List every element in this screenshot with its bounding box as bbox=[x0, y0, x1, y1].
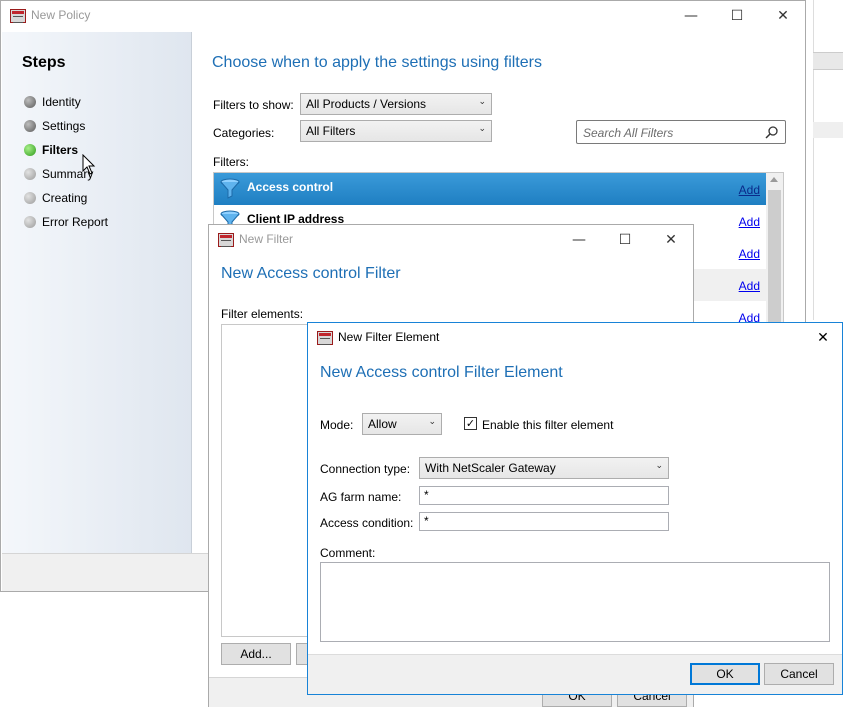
app-icon bbox=[10, 9, 26, 23]
background-bar bbox=[813, 122, 843, 138]
element-button-bar bbox=[308, 654, 842, 694]
element-cancel-button[interactable]: Cancel bbox=[764, 663, 834, 685]
filters-list-label: Filters: bbox=[213, 155, 249, 169]
mode-select[interactable]: Allow ⌄ bbox=[362, 413, 442, 435]
filter-heading: New Access control Filter bbox=[221, 265, 401, 282]
close-icon[interactable]: ✕ bbox=[804, 323, 842, 353]
connection-type-select[interactable]: With NetScaler Gateway ⌄ bbox=[419, 457, 669, 479]
comment-label: Comment: bbox=[320, 546, 376, 560]
step-label: Settings bbox=[42, 119, 86, 133]
categories-value: All Filters bbox=[306, 124, 356, 138]
filter-add-link[interactable]: Add bbox=[739, 215, 760, 229]
filters-to-show-value: All Products / Versions bbox=[306, 97, 427, 111]
step-status-icon bbox=[24, 192, 36, 204]
mode-label: Mode: bbox=[320, 418, 354, 432]
app-icon bbox=[317, 331, 333, 345]
step-label: Creating bbox=[42, 191, 88, 205]
filter-add-link[interactable]: Add bbox=[739, 183, 760, 197]
enable-filter-element-checkbox[interactable]: ✓ bbox=[464, 417, 477, 430]
step-status-icon bbox=[24, 168, 36, 180]
policy-titlebar: New Policy — ☐ ✕ bbox=[1, 1, 805, 31]
steps-sidebar: Steps Identity Settings Filters Summary … bbox=[2, 32, 192, 553]
ag-farm-name-label: AG farm name: bbox=[320, 490, 402, 504]
chevron-down-icon: ⌄ bbox=[655, 461, 663, 471]
step-status-icon bbox=[24, 216, 36, 228]
filter-add-link[interactable]: Add bbox=[739, 279, 760, 293]
filters-to-show-select[interactable]: All Products / Versions ⌄ bbox=[300, 93, 492, 115]
chevron-down-icon: ⌄ bbox=[478, 97, 486, 107]
mode-value: Allow bbox=[368, 417, 397, 431]
filters-to-show-label: Filters to show: bbox=[213, 98, 294, 112]
add-element-button[interactable]: Add... bbox=[221, 643, 291, 665]
access-condition-input[interactable]: * bbox=[419, 512, 669, 531]
access-condition-label: Access condition: bbox=[320, 516, 414, 530]
close-icon[interactable]: ✕ bbox=[760, 1, 806, 31]
step-status-icon bbox=[24, 144, 36, 156]
step-label: Filters bbox=[42, 143, 79, 157]
search-filters-input[interactable]: Search All Filters bbox=[576, 120, 786, 144]
filter-elements-label: Filter elements: bbox=[221, 307, 304, 321]
step-status-icon bbox=[24, 120, 36, 132]
maximize-icon[interactable]: ☐ bbox=[602, 225, 648, 255]
steps-header: Steps bbox=[22, 54, 66, 71]
new-filter-element-dialog: New Filter Element ✕ New Access control … bbox=[307, 322, 843, 695]
categories-label: Categories: bbox=[213, 126, 275, 140]
filter-row-access-control[interactable]: Access control Add bbox=[214, 173, 766, 205]
scroll-up-arrow-icon[interactable] bbox=[770, 177, 778, 182]
minimize-icon[interactable]: — bbox=[668, 1, 714, 31]
policy-window-title: New Policy bbox=[31, 8, 91, 22]
filter-window-title: New Filter bbox=[239, 232, 294, 246]
connection-type-value: With NetScaler Gateway bbox=[425, 461, 556, 475]
filter-titlebar: New Filter — ☐ ✕ bbox=[209, 225, 693, 255]
mouse-cursor-icon bbox=[82, 154, 96, 175]
connection-type-label: Connection type: bbox=[320, 462, 411, 476]
element-dialog-title: New Filter Element bbox=[338, 330, 440, 344]
policy-heading: Choose when to apply the settings using … bbox=[212, 54, 542, 71]
maximize-icon[interactable]: ☐ bbox=[714, 1, 760, 31]
app-icon bbox=[218, 233, 234, 247]
filter-add-link[interactable]: Add bbox=[739, 247, 760, 261]
step-status-icon bbox=[24, 96, 36, 108]
close-icon[interactable]: ✕ bbox=[648, 225, 694, 255]
search-placeholder: Search All Filters bbox=[583, 126, 674, 140]
element-heading: New Access control Filter Element bbox=[320, 364, 563, 381]
search-icon[interactable] bbox=[765, 126, 778, 139]
background-bar bbox=[813, 52, 843, 70]
chevron-down-icon: ⌄ bbox=[478, 124, 486, 134]
step-label: Error Report bbox=[42, 215, 109, 229]
filter-funnel-icon bbox=[220, 178, 240, 199]
minimize-icon[interactable]: — bbox=[556, 225, 602, 255]
element-titlebar: New Filter Element ✕ bbox=[308, 323, 842, 353]
filter-row-name: Access control bbox=[247, 180, 334, 194]
step-label: Identity bbox=[42, 95, 81, 109]
enable-filter-element-label: Enable this filter element bbox=[482, 418, 614, 432]
background-divider bbox=[813, 0, 814, 320]
categories-select[interactable]: All Filters ⌄ bbox=[300, 120, 492, 142]
chevron-down-icon: ⌄ bbox=[428, 417, 436, 427]
ag-farm-name-input[interactable]: * bbox=[419, 486, 669, 505]
comment-textarea[interactable] bbox=[320, 562, 830, 642]
element-ok-button[interactable]: OK bbox=[690, 663, 760, 685]
